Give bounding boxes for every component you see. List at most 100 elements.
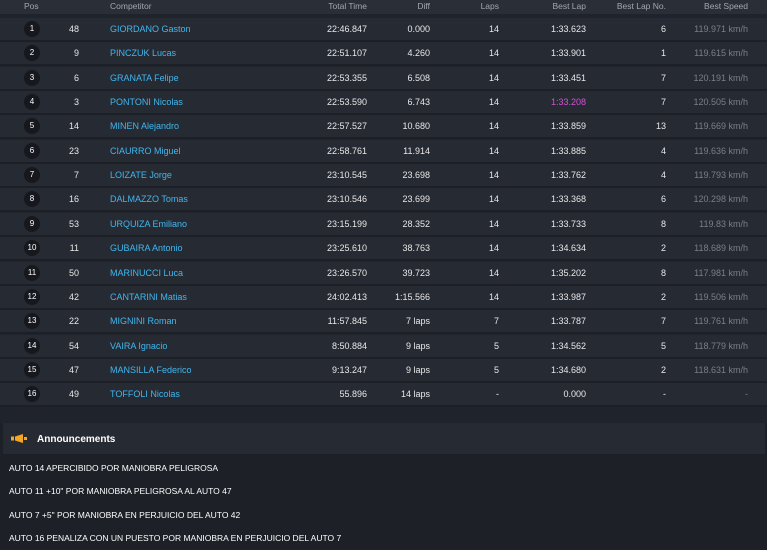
best-lap-time: 1:33.623 — [550, 24, 586, 34]
total-time: 23:10.546 — [326, 194, 367, 204]
total-time: 22:57.527 — [326, 121, 367, 131]
gap-diff: 38.763 — [402, 243, 430, 253]
table-row[interactable]: 6 23 CIAURRO Miguel 22:58.761 11.914 14 1:33.8… — [0, 140, 767, 164]
megaphone-icon — [11, 434, 27, 443]
car-number: 14 — [68, 121, 79, 131]
best-lap-time: 0.000 — [563, 389, 586, 399]
position-badge: 5 — [24, 118, 40, 134]
table-row[interactable]: 9 53 URQUIZA Emiliano 23:15.199 28.352 14 1:33… — [0, 213, 767, 237]
competitor-name-link[interactable]: PONTONI Nicolas — [110, 97, 183, 107]
total-time: 22:51.107 — [326, 48, 367, 58]
table-row[interactable]: 10 11 GUBAIRA Antonio 23:25.610 38.763 14 1:34… — [0, 237, 767, 261]
table-row[interactable]: 16 49 TOFFOLI Nicolas 55.896 14 laps - 0.000 - - — [0, 383, 767, 407]
best-lap-time: 1:33.733 — [550, 219, 586, 229]
best-speed: 117.981 km/h — [694, 268, 748, 278]
table-row[interactable]: 2 9 PINCZUK Lucas 22:51.107 4.260 14 1:33.901 1… — [0, 42, 767, 66]
car-number: 16 — [68, 194, 79, 204]
position-badge: 6 — [24, 143, 40, 159]
table-row[interactable]: 13 22 MIGNINI Roman 11:57.845 7 laps 7 1:33.78… — [0, 310, 767, 334]
best-speed: 119.615 km/h — [694, 48, 748, 58]
header-best-lap-no[interactable]: Best Lap No. — [600, 1, 666, 11]
results-header: Pos Competitor Total Time Diff Laps Best… — [0, 0, 767, 14]
best-lap-time: 1:33.787 — [550, 316, 586, 326]
header-best-speed[interactable]: Best Speed — [680, 1, 748, 11]
best-lap-time: 1:33.901 — [550, 48, 586, 58]
total-time: 22:53.590 — [326, 97, 367, 107]
header-laps[interactable]: Laps — [460, 1, 499, 11]
announcement-item: AUTO 11 +10" POR MANIOBRA PELIGROSA AL A… — [9, 486, 232, 496]
table-row[interactable]: 14 54 VAIRA Ignacio 8:50.884 9 laps 5 1:34.562… — [0, 335, 767, 359]
competitor-name-link[interactable]: CIAURRO Miguel — [110, 146, 181, 156]
competitor-name-link[interactable]: LOIZATE Jorge — [110, 170, 172, 180]
laps-count: 14 — [488, 73, 499, 83]
best-lap-time: 1:33.451 — [550, 73, 586, 83]
car-number: 3 — [73, 97, 79, 107]
header-best-lap[interactable]: Best Lap — [530, 1, 586, 11]
table-row[interactable]: 3 6 GRANATA Felipe 22:53.355 6.508 14 1:33.451… — [0, 67, 767, 91]
header-pos[interactable]: Pos — [24, 1, 39, 11]
total-time: 55.896 — [339, 389, 367, 399]
best-lap-number: 2 — [660, 365, 666, 375]
total-time: 9:13.247 — [331, 365, 367, 375]
best-speed: 119.971 km/h — [694, 24, 748, 34]
total-time: 23:15.199 — [326, 219, 367, 229]
competitor-name-link[interactable]: GIORDANO Gaston — [110, 24, 191, 34]
total-time: 23:10.545 — [326, 170, 367, 180]
total-time: 23:25.610 — [326, 243, 367, 253]
position-badge: 4 — [24, 94, 40, 110]
car-number: 48 — [68, 24, 79, 34]
competitor-name-link[interactable]: PINCZUK Lucas — [110, 48, 176, 58]
competitor-name-link[interactable]: MINEN Alejandro — [110, 121, 179, 131]
header-diff[interactable]: Diff — [380, 1, 430, 11]
best-lap-number: 4 — [660, 170, 666, 180]
best-lap-number: 5 — [660, 341, 666, 351]
total-time: 22:46.847 — [326, 24, 367, 34]
best-lap-number: - — [663, 389, 666, 399]
best-lap-time: 1:34.562 — [550, 341, 586, 351]
gap-diff: 7 laps — [405, 316, 430, 326]
header-competitor[interactable]: Competitor — [110, 1, 152, 11]
best-lap-number: 8 — [660, 268, 666, 278]
position-badge: 15 — [24, 362, 40, 378]
best-speed: 119.793 km/h — [694, 170, 748, 180]
car-number: 22 — [68, 316, 79, 326]
competitor-name-link[interactable]: GRANATA Felipe — [110, 73, 179, 83]
best-lap-time: 1:34.634 — [550, 243, 586, 253]
best-lap-number: 1 — [660, 48, 666, 58]
competitor-name-link[interactable]: CANTARINI Matias — [110, 292, 187, 302]
table-row[interactable]: 1 48 GIORDANO Gaston 22:46.847 0.000 14 1:33.6… — [0, 18, 767, 42]
competitor-name-link[interactable]: URQUIZA Emiliano — [110, 219, 187, 229]
competitor-name-link[interactable]: MARINUCCI Luca — [110, 268, 183, 278]
table-row[interactable]: 7 7 LOIZATE Jorge 23:10.545 23.698 14 1:33.762… — [0, 164, 767, 188]
best-speed: 118.631 km/h — [694, 365, 748, 375]
table-row[interactable]: 12 42 CANTARINI Matias 24:02.413 1:15.566 14 1… — [0, 286, 767, 310]
best-speed: 120.505 km/h — [693, 97, 748, 107]
announcement-item: AUTO 14 APERCIBIDO POR MANIOBRA PELIGROS… — [9, 463, 219, 473]
competitor-name-link[interactable]: DALMAZZO Tomas — [110, 194, 188, 204]
position-badge: 2 — [24, 45, 40, 61]
best-speed: 118.689 km/h — [694, 243, 748, 253]
table-row[interactable]: 5 14 MINEN Alejandro 22:57.527 10.680 14 1:33.… — [0, 115, 767, 139]
best-speed: 119.83 km/h — [699, 219, 748, 229]
best-speed: 119.761 km/h — [694, 316, 748, 326]
competitor-name-link[interactable]: MIGNINI Roman — [110, 316, 177, 326]
competitor-name-link[interactable]: GUBAIRA Antonio — [110, 243, 183, 253]
table-row[interactable]: 8 16 DALMAZZO Tomas 23:10.546 23.699 14 1:33.3… — [0, 188, 767, 212]
laps-count: 14 — [488, 219, 499, 229]
best-lap-time: 1:33.208 — [550, 97, 586, 107]
best-speed: 120.191 km/h — [693, 73, 748, 83]
gap-diff: 4.260 — [407, 48, 430, 58]
header-total-time[interactable]: Total Time — [300, 1, 367, 11]
announcements-header: Announcements — [3, 423, 765, 454]
competitor-name-link[interactable]: VAIRA Ignacio — [110, 341, 167, 351]
gap-diff: 39.723 — [402, 268, 430, 278]
car-number: 9 — [73, 48, 79, 58]
table-row[interactable]: 4 3 PONTONI Nicolas 22:53.590 6.743 14 1:33.20… — [0, 91, 767, 115]
competitor-name-link[interactable]: TOFFOLI Nicolas — [110, 389, 180, 399]
car-number: 6 — [73, 73, 79, 83]
competitor-name-link[interactable]: MANSILLA Federico — [110, 365, 192, 375]
laps-count: 14 — [488, 146, 499, 156]
table-row[interactable]: 11 50 MARINUCCI Luca 23:26.570 39.723 14 1:35.… — [0, 262, 767, 286]
table-row[interactable]: 15 47 MANSILLA Federico 9:13.247 9 laps 5 1:34… — [0, 359, 767, 383]
car-number: 23 — [68, 146, 79, 156]
